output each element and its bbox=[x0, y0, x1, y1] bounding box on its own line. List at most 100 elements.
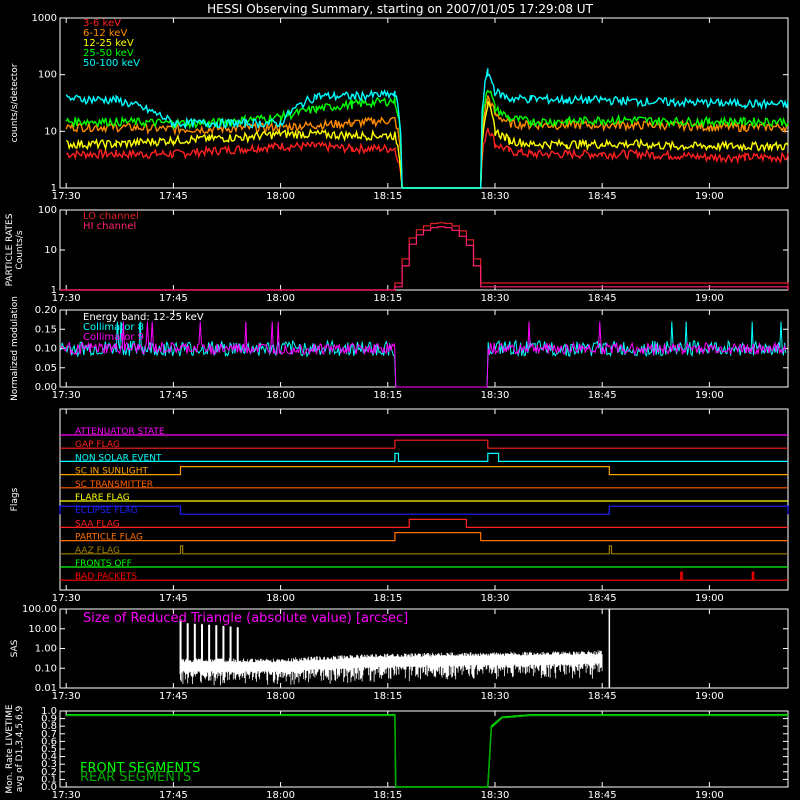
y-tick-label: 1.0 bbox=[41, 706, 57, 717]
legend-entry: REAR SEGMENTS bbox=[80, 770, 191, 785]
y-tick-label: 0.01 bbox=[35, 683, 57, 694]
flag-label: ATTENUATOR STATE bbox=[75, 427, 165, 437]
y-tick-label: 0.10 bbox=[35, 344, 57, 355]
y-tick-label: 10 bbox=[44, 126, 57, 137]
x-tick-label: 18:15 bbox=[373, 293, 402, 304]
flag-line-particle-flag bbox=[60, 532, 788, 542]
y-tick-label: 100 bbox=[38, 205, 57, 216]
y-axis-label: Mon. Rate LIVETIME bbox=[5, 704, 15, 794]
x-tick-label: 18:00 bbox=[266, 691, 295, 702]
hessi-summary-plot: HESSI Observing Summary, starting on 200… bbox=[5, 2, 789, 800]
flag-label: ECLIPSE FLAG bbox=[75, 506, 138, 516]
x-tick-label: 18:30 bbox=[481, 191, 510, 202]
x-tick-label: 17:45 bbox=[159, 293, 188, 304]
x-tick-label: 18:15 bbox=[373, 593, 402, 604]
y-tick-label: 10 bbox=[44, 245, 57, 256]
flag-line-gap-flag bbox=[60, 439, 788, 449]
flag-label: AAZ FLAG bbox=[75, 546, 120, 556]
x-tick-label: 18:45 bbox=[588, 593, 617, 604]
flag-line-bad-packets bbox=[60, 571, 788, 581]
x-tick-label: 19:00 bbox=[695, 191, 724, 202]
flag-label: SC IN SUNLIGHT bbox=[75, 467, 149, 477]
legend-entry: HI channel bbox=[83, 221, 136, 232]
series-line-reduced-triangle bbox=[180, 650, 603, 686]
x-tick-label: 19:00 bbox=[695, 691, 724, 702]
x-tick-label: 18:45 bbox=[588, 293, 617, 304]
x-tick-label: 18:00 bbox=[266, 790, 295, 800]
x-tick-label: 17:45 bbox=[159, 390, 188, 401]
y-axis-label: counts/s/detector bbox=[10, 63, 20, 142]
legend-entry: 50-100 keV bbox=[83, 58, 140, 69]
y-axis-label: PARTICLE RATES bbox=[5, 213, 15, 286]
x-tick-label: 18:45 bbox=[588, 790, 617, 800]
y-tick-label: 0.00 bbox=[35, 382, 57, 393]
particle-rate-panel: 17:30 17:45 18:00 18:15 18:30 18:45 19:00PARTI… bbox=[5, 205, 789, 304]
flag-line-aaz-flag bbox=[60, 545, 788, 555]
modulation-panel: 17:30 17:45 18:00 18:15 18:30 18:45 19:00Norma… bbox=[10, 296, 789, 401]
flags-panel: 17:30 17:45 18:00 18:15 18:30 18:45 19:00 Flags… bbox=[10, 408, 789, 604]
x-tick-label: 17:45 bbox=[159, 790, 188, 800]
x-tick-label: 18:15 bbox=[373, 191, 402, 202]
x-tick-label: 17:45 bbox=[159, 593, 188, 604]
x-tick-label: 18:30 bbox=[481, 691, 510, 702]
y-axis-label: Counts/s bbox=[15, 230, 25, 269]
x-tick-label: 19:00 bbox=[695, 293, 724, 304]
x-tick-label: 17:45 bbox=[159, 191, 188, 202]
y-tick-label: 0.20 bbox=[35, 305, 57, 316]
plot-title: HESSI Observing Summary, starting on 200… bbox=[207, 2, 593, 16]
legend-entry: Collimator 9 bbox=[83, 332, 144, 343]
x-tick-label: 18:45 bbox=[588, 691, 617, 702]
x-tick-label: 18:30 bbox=[481, 593, 510, 604]
flag-label: FLARE FLAG bbox=[75, 493, 130, 503]
series-line-hi-channel bbox=[60, 226, 789, 291]
flag-label: SAA FLAG bbox=[75, 519, 120, 529]
x-tick-label: 17:30 bbox=[52, 593, 81, 604]
x-tick-label: 18:45 bbox=[588, 390, 617, 401]
y-axis-label: SAS bbox=[10, 639, 20, 657]
series-line-3-6-kev bbox=[65, 127, 789, 189]
x-tick-label: 19:00 bbox=[695, 790, 724, 800]
y-tick-label: 100 bbox=[38, 70, 57, 81]
x-tick-label: 18:30 bbox=[481, 390, 510, 401]
x-tick-label: 18:00 bbox=[266, 191, 295, 202]
y-tick-label: 100.00 bbox=[22, 604, 57, 615]
y-tick-label: 1.00 bbox=[35, 644, 57, 655]
x-tick-label: 18:15 bbox=[373, 790, 402, 800]
y-tick-label: 1000 bbox=[32, 13, 57, 24]
y-tick-label: 0.05 bbox=[35, 363, 57, 374]
y-tick-label: 0.15 bbox=[35, 324, 57, 335]
y-axis-label: avg of D1,3,4,5,6,9 bbox=[15, 705, 25, 792]
x-tick-label: 17:45 bbox=[159, 691, 188, 702]
livetime-panel: 17:30 17:45 18:00 18:15 18:30 18:45 19:00Mon. … bbox=[5, 704, 789, 800]
y-tick-label: 10.00 bbox=[28, 624, 57, 635]
x-tick-label: 18:45 bbox=[588, 191, 617, 202]
flag-label: NON SOLAR EVENT bbox=[75, 453, 162, 463]
y-axis-label: Flags bbox=[10, 487, 20, 511]
x-tick-label: 18:00 bbox=[266, 390, 295, 401]
sas-panel: 17:30 17:45 18:00 18:15 18:30 18:45 19:00SAS0.… bbox=[10, 604, 789, 702]
x-tick-label: 18:15 bbox=[373, 691, 402, 702]
y-tick-label: 1 bbox=[51, 285, 57, 296]
y-tick-label: 1 bbox=[51, 183, 57, 194]
flag-label: BAD PACKETS bbox=[75, 572, 137, 582]
x-tick-label: 18:00 bbox=[266, 293, 295, 304]
series-line-12-25-kev bbox=[65, 100, 789, 189]
panel-frame bbox=[59, 408, 789, 591]
flag-label: PARTICLE FLAG bbox=[75, 533, 143, 543]
x-tick-label: 18:30 bbox=[481, 293, 510, 304]
energy-band-annotation: Energy band: 12-25 keV bbox=[83, 312, 204, 323]
count-rate-panel: 17:30 17:45 18:00 18:15 18:30 18:45 19:00count… bbox=[10, 13, 789, 202]
series-line-collimator-8 bbox=[60, 321, 787, 388]
flag-label: FRONTS OFF bbox=[75, 559, 132, 569]
y-axis-label: Normalized modulation bbox=[10, 296, 20, 401]
flag-label: SC TRANSMITTER bbox=[75, 480, 153, 490]
y-tick-label: 0.10 bbox=[35, 663, 57, 674]
x-tick-label: 18:00 bbox=[266, 593, 295, 604]
x-tick-label: 19:00 bbox=[695, 390, 724, 401]
flag-label: GAP FLAG bbox=[75, 440, 120, 450]
x-tick-label: 19:00 bbox=[695, 593, 724, 604]
flag-line-eclipse-flag bbox=[59, 505, 789, 515]
panel-frame bbox=[59, 209, 789, 291]
x-tick-label: 18:15 bbox=[373, 390, 402, 401]
flag-line-non-solar-event bbox=[60, 452, 788, 462]
